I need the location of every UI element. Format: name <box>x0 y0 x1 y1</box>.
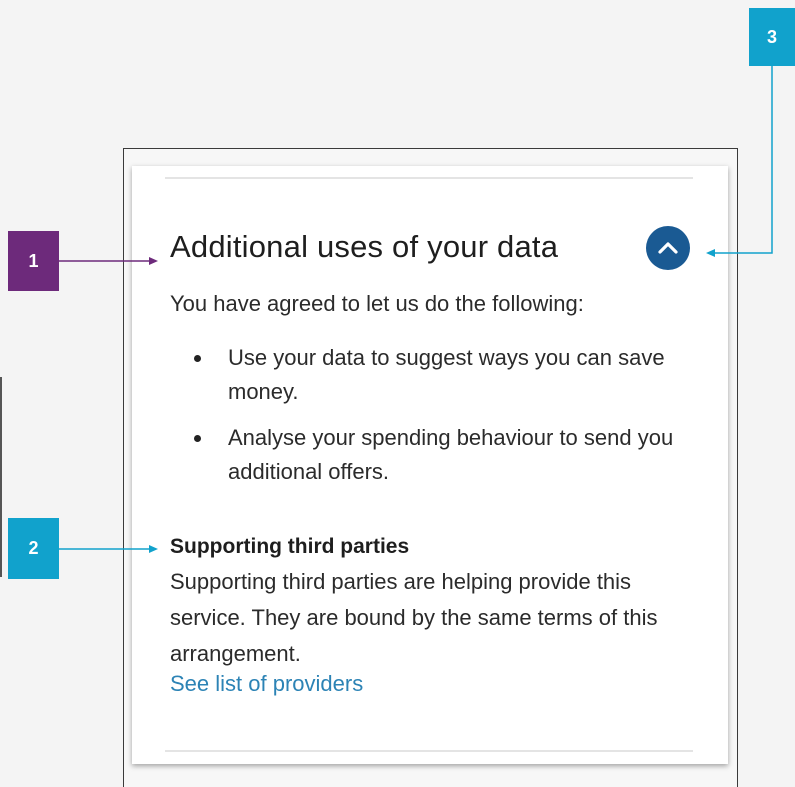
callout-badge-3: 3 <box>749 8 795 66</box>
callout-badge-1: 1 <box>8 231 59 291</box>
callout-badge-2: 2 <box>8 518 59 579</box>
callout-arrow-1 <box>59 257 158 265</box>
callout-arrow-3 <box>706 66 773 257</box>
callout-arrow-2 <box>59 545 158 553</box>
callout-arrows <box>59 66 773 553</box>
